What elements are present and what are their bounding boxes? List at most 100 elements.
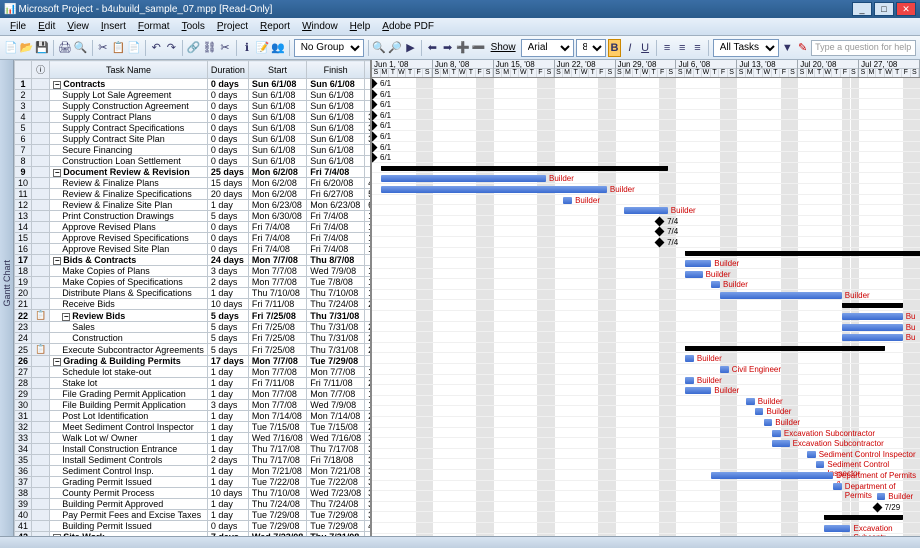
gantt-row[interactable]: Builder: [372, 491, 920, 502]
col-id[interactable]: [15, 61, 32, 79]
finish-cell[interactable]: Tue 7/22/08: [307, 477, 365, 488]
minimize-button[interactable]: _: [852, 2, 872, 16]
row-id[interactable]: 27: [15, 367, 32, 378]
task-row[interactable]: 22📋−Review Bids5 daysFri 7/25/08Thu 7/31…: [15, 310, 373, 322]
task-name-cell[interactable]: Grading Permit Issued: [50, 477, 208, 488]
task-bar[interactable]: [772, 430, 781, 437]
task-bar[interactable]: [842, 324, 903, 331]
row-id[interactable]: 28: [15, 378, 32, 389]
start-cell[interactable]: Tue 7/22/08: [248, 477, 306, 488]
week-header[interactable]: Jun 22, '08SMTWTFS: [555, 60, 616, 77]
task-name-cell[interactable]: Supply Construction Agreement: [50, 101, 208, 112]
start-cell[interactable]: Mon 6/2/08: [248, 189, 306, 200]
gantt-row[interactable]: Bu: [372, 322, 920, 333]
start-cell[interactable]: Fri 7/25/08: [248, 310, 306, 322]
task-name-cell[interactable]: Approve Revised Plans: [50, 222, 208, 233]
finish-cell[interactable]: Tue 7/29/08: [307, 521, 365, 532]
predecessors-cell[interactable]: 6,10: [365, 200, 372, 211]
task-row[interactable]: 26−Grading & Building Permits17 daysMon …: [15, 356, 373, 367]
predecessors-cell[interactable]: 20: [365, 299, 372, 310]
task-bar[interactable]: [685, 260, 711, 267]
timescale-header[interactable]: Jun 1, '08SMTWTFSJun 8, '08SMTWTFSJun 15…: [372, 60, 920, 78]
finish-cell[interactable]: Mon 7/21/08: [307, 466, 365, 477]
task-bar[interactable]: [711, 281, 720, 288]
start-cell[interactable]: Fri 7/4/08: [248, 233, 306, 244]
predecessors-cell[interactable]: 3: [365, 134, 372, 145]
gantt-row[interactable]: [372, 343, 920, 354]
finish-cell[interactable]: Fri 7/4/08: [307, 233, 365, 244]
start-cell[interactable]: Mon 6/23/08: [248, 200, 306, 211]
finish-cell[interactable]: Thu 8/7/08: [307, 255, 365, 266]
task-row[interactable]: 23Sales5 daysFri 7/25/08Thu 7/31/0821Bui…: [15, 322, 373, 333]
predecessors-cell[interactable]: [365, 145, 372, 156]
save-icon[interactable]: 💾: [35, 39, 49, 57]
menu-report[interactable]: Report: [254, 19, 296, 34]
milestone-icon[interactable]: [655, 227, 665, 237]
finish-cell[interactable]: Tue 7/8/08: [307, 277, 365, 288]
gantt-row[interactable]: Bu: [372, 311, 920, 322]
predecessors-cell[interactable]: 39FS+2 days: [365, 510, 372, 521]
week-header[interactable]: Jun 8, '08SMTWTFS: [433, 60, 494, 77]
task-bar[interactable]: [746, 398, 755, 405]
predecessors-cell[interactable]: 13: [365, 222, 372, 233]
goto-icon[interactable]: ▶: [404, 39, 417, 57]
row-id[interactable]: 35: [15, 455, 32, 466]
row-id[interactable]: 4: [15, 112, 32, 123]
menu-view[interactable]: View: [61, 19, 95, 34]
row-id[interactable]: 2: [15, 90, 32, 101]
row-id[interactable]: 33: [15, 433, 32, 444]
gantt-row[interactable]: 6/1: [372, 131, 920, 142]
task-name-cell[interactable]: Install Sediment Controls: [50, 455, 208, 466]
task-bar[interactable]: [824, 525, 850, 532]
gantt-row[interactable]: Builder: [372, 396, 920, 407]
duration-cell[interactable]: 2 days: [207, 277, 248, 288]
finish-cell[interactable]: Mon 6/23/08: [307, 200, 365, 211]
finish-cell[interactable]: Fri 7/4/08: [307, 222, 365, 233]
duration-cell[interactable]: 1 day: [207, 288, 248, 299]
duration-cell[interactable]: 3 days: [207, 266, 248, 277]
italic-button[interactable]: I: [623, 39, 636, 57]
task-row[interactable]: 14Approve Revised Plans0 daysFri 7/4/08F…: [15, 222, 373, 233]
task-bar[interactable]: [816, 461, 825, 468]
notes-icon[interactable]: 📝: [256, 39, 270, 57]
task-row[interactable]: 1−Contracts0 daysSun 6/1/08Sun 6/1/08: [15, 79, 373, 90]
start-cell[interactable]: Thu 7/17/08: [248, 455, 306, 466]
menu-help[interactable]: Help: [344, 19, 377, 34]
gantt-row[interactable]: Builder: [372, 258, 920, 269]
finish-cell[interactable]: Tue 7/15/08: [307, 422, 365, 433]
duration-cell[interactable]: 25 days: [207, 167, 248, 178]
start-cell[interactable]: Sun 6/1/08: [248, 123, 306, 134]
task-row[interactable]: 3Supply Construction Agreement0 daysSun …: [15, 101, 373, 112]
predecessors-cell[interactable]: 4: [365, 178, 372, 189]
duration-cell[interactable]: 1 day: [207, 422, 248, 433]
duration-cell[interactable]: 0 days: [207, 134, 248, 145]
predecessors-cell[interactable]: 32,33: [365, 444, 372, 455]
task-bar[interactable]: [764, 419, 773, 426]
show-icon[interactable]: ➕: [456, 39, 470, 57]
task-name-cell[interactable]: Install Construction Entrance: [50, 444, 208, 455]
gantt-row[interactable]: [372, 512, 920, 523]
row-id[interactable]: 32: [15, 422, 32, 433]
task-name-cell[interactable]: File Building Permit Application: [50, 400, 208, 411]
task-name-cell[interactable]: Post Lot Identification: [50, 411, 208, 422]
gantt-row[interactable]: Civil Engineer: [372, 364, 920, 375]
duration-cell[interactable]: 0 days: [207, 233, 248, 244]
start-cell[interactable]: Fri 7/25/08: [248, 333, 306, 344]
expander-icon[interactable]: −: [62, 313, 70, 321]
week-header[interactable]: Jul 20, '08SMTWTFS: [798, 60, 859, 77]
start-cell[interactable]: Mon 6/2/08: [248, 178, 306, 189]
task-name-cell[interactable]: Distribute Plans & Specifications: [50, 288, 208, 299]
milestone-icon[interactable]: [655, 237, 665, 247]
start-cell[interactable]: Wed 7/16/08: [248, 433, 306, 444]
predecessors-cell[interactable]: [365, 255, 372, 266]
menu-tools[interactable]: Tools: [176, 19, 211, 34]
task-row[interactable]: 30File Building Permit Application3 days…: [15, 400, 373, 411]
task-bar[interactable]: [685, 387, 711, 394]
task-name-cell[interactable]: Supply Contract Specifications: [50, 123, 208, 134]
finish-cell[interactable]: Thu 7/10/08: [307, 288, 365, 299]
predecessors-cell[interactable]: [365, 310, 372, 322]
week-header[interactable]: Jun 15, '08SMTWTFS: [494, 60, 555, 77]
gantt-row[interactable]: [372, 300, 920, 311]
menu-format[interactable]: Format: [132, 19, 176, 34]
task-bar[interactable]: [842, 334, 903, 341]
